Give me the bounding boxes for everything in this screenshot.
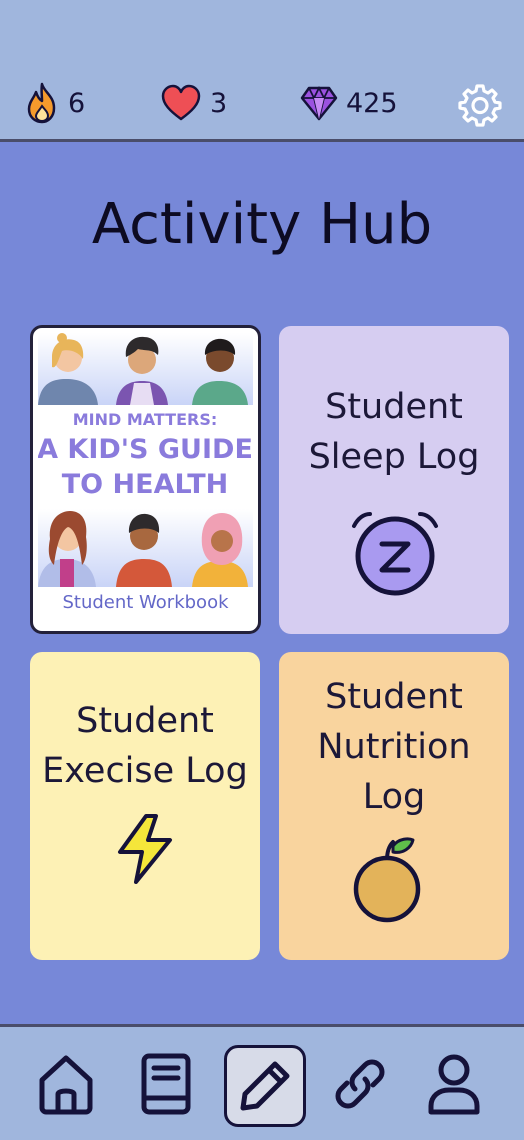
- nav-home[interactable]: [34, 1049, 98, 1119]
- sleep-card-line1: Student: [325, 387, 463, 427]
- page-title: Activity Hub: [91, 192, 433, 257]
- pencil-icon: [240, 1061, 290, 1111]
- lightning-icon: [118, 814, 172, 884]
- bottom-nav-bar: [0, 1024, 524, 1140]
- lives-stat[interactable]: 3: [160, 80, 227, 126]
- home-icon: [39, 1055, 93, 1115]
- nutrition-card-line1: Student: [325, 677, 463, 717]
- gear-icon[interactable]: [458, 83, 502, 127]
- cover-title-line3: TO HEALTH: [62, 469, 228, 500]
- cover-title-line2: A KID'S GUIDE: [38, 434, 253, 465]
- gem-icon: [300, 85, 338, 121]
- gems-count: 425: [346, 87, 398, 119]
- streak-stat[interactable]: 6: [24, 80, 85, 126]
- exercise-card-line1: Student: [76, 701, 214, 741]
- cover-title-line1: MIND MATTERS:: [73, 410, 218, 429]
- link-icon: [335, 1059, 385, 1109]
- top-status-bar: 6 3 425: [0, 0, 524, 142]
- sleep-z-icon: [352, 512, 438, 596]
- student-workbook-card[interactable]: MIND MATTERS: A KID'S GUIDE TO HEALTH St…: [30, 325, 261, 634]
- student-sleep-log-card[interactable]: Student Sleep Log: [279, 326, 509, 634]
- orange-icon: [353, 837, 421, 923]
- gems-stat[interactable]: 425: [300, 80, 398, 126]
- streak-count: 6: [68, 87, 86, 119]
- nav-activity[interactable]: [224, 1045, 306, 1127]
- heart-icon: [161, 84, 201, 121]
- nav-profile[interactable]: [422, 1049, 486, 1119]
- lives-count: 3: [210, 87, 228, 119]
- sleep-card-line2: Sleep Log: [308, 437, 480, 477]
- workbook-caption: Student Workbook: [62, 592, 229, 613]
- nutrition-card-line3: Log: [362, 777, 426, 817]
- nutrition-card-line2: Nutrition: [317, 727, 471, 767]
- nav-links[interactable]: [328, 1049, 392, 1119]
- flame-icon: [27, 82, 56, 124]
- nav-book[interactable]: [134, 1049, 198, 1119]
- student-nutrition-log-card[interactable]: Student Nutrition Log: [279, 652, 509, 960]
- student-exercise-log-card[interactable]: Student Execise Log: [30, 652, 260, 960]
- profile-icon: [428, 1054, 480, 1115]
- book-icon: [141, 1053, 191, 1115]
- exercise-card-line2: Execise Log: [42, 751, 248, 791]
- workbook-cover-image: MIND MATTERS: A KID'S GUIDE TO HEALTH: [38, 333, 253, 587]
